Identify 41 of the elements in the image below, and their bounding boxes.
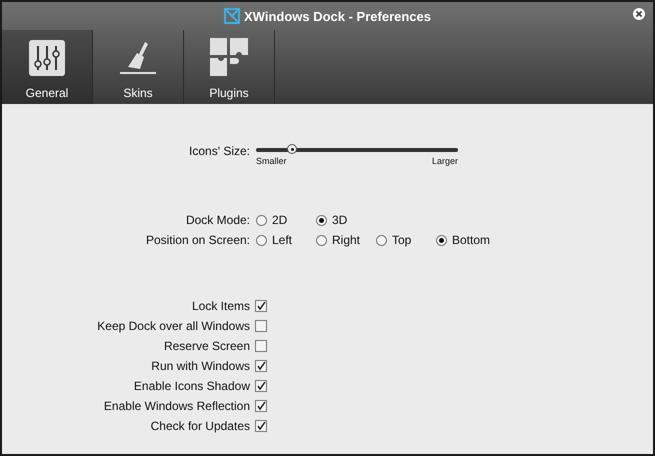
option-label: Check for Updates — [150, 419, 250, 433]
field-label: Position on Screen: — [146, 233, 250, 247]
radio-option[interactable]: Bottom — [436, 230, 496, 250]
option-label: Lock Items — [192, 299, 250, 313]
radio-button[interactable] — [376, 234, 387, 246]
puzzle-icon — [210, 38, 248, 76]
sliders-icon — [29, 40, 65, 76]
brush-icon — [119, 40, 157, 76]
slider-thumb[interactable] — [287, 144, 298, 154]
radio-option[interactable]: Top — [376, 230, 436, 250]
field-label: Dock Mode: — [186, 213, 250, 227]
checkbox[interactable] — [255, 360, 267, 372]
radio-button[interactable] — [256, 234, 267, 246]
option-label: Reserve Screen — [164, 339, 250, 353]
app-logo-icon — [224, 8, 240, 24]
tab[interactable]: Plugins — [184, 30, 275, 104]
slider-max-label: Larger — [432, 156, 458, 166]
window-title: XWindows Dock - Preferences — [244, 8, 431, 24]
checkbox[interactable] — [255, 300, 267, 312]
checkbox[interactable] — [255, 320, 267, 332]
checkbox[interactable] — [255, 420, 267, 432]
field-label: Icons' Size: — [188, 144, 250, 160]
option-label: Run with Windows — [151, 359, 250, 373]
checkbox[interactable] — [255, 340, 267, 352]
tab[interactable]: General — [2, 30, 93, 104]
radio-button[interactable] — [436, 234, 447, 246]
slider-min-label: Smaller — [256, 156, 287, 166]
close-icon[interactable] — [633, 8, 645, 20]
radio-option[interactable]: 2D — [256, 210, 316, 230]
radio-option[interactable]: 3D — [316, 210, 376, 230]
option-label: Enable Icons Shadow — [134, 379, 250, 393]
option-label: Keep Dock over all Windows — [97, 319, 250, 333]
checkbox[interactable] — [255, 380, 267, 392]
radio-button[interactable] — [316, 234, 327, 246]
radio-option[interactable]: Left — [256, 230, 316, 250]
checkbox[interactable] — [255, 400, 267, 412]
tab[interactable]: Skins — [93, 30, 184, 104]
option-label: Enable Windows Reflection — [104, 399, 250, 413]
radio-option[interactable]: Right — [316, 230, 376, 250]
radio-button[interactable] — [316, 214, 327, 226]
radio-button[interactable] — [256, 214, 267, 226]
